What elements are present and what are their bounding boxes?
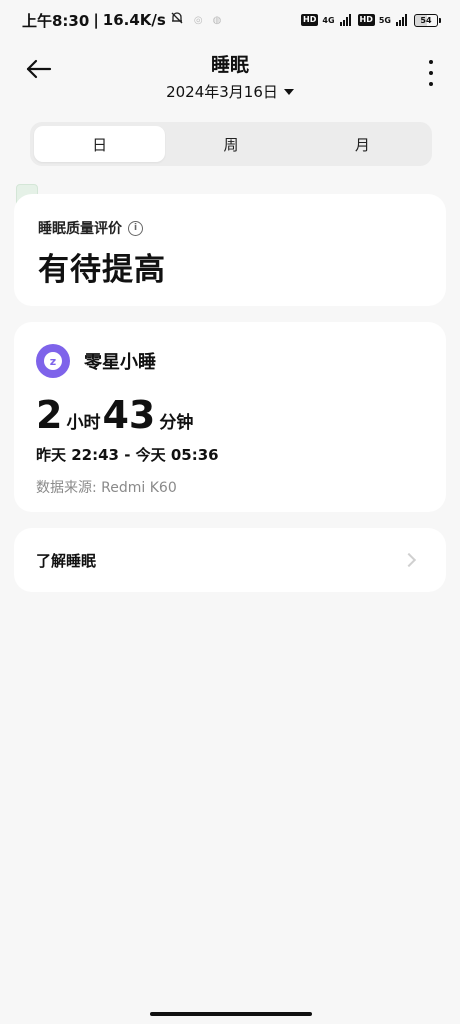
status-left: 上午8:30 | 16.4K/s ◎ ◍ bbox=[22, 10, 221, 31]
tab-week[interactable]: 周 bbox=[165, 126, 296, 162]
notification-icon: ◎ bbox=[193, 14, 203, 26]
battery-icon: 54 bbox=[414, 13, 441, 27]
quality-value: 有待提高 bbox=[38, 252, 166, 288]
date-picker[interactable]: 2024年3月16日 bbox=[166, 81, 294, 102]
more-dot-icon bbox=[429, 71, 433, 75]
chevron-right-icon bbox=[401, 552, 417, 568]
data-source: 数据来源: Redmi K60 bbox=[36, 480, 177, 496]
learn-sleep-label: 了解睡眠 bbox=[36, 551, 97, 570]
page-title: 睡眠 bbox=[210, 54, 249, 76]
nap-duration: 2 小时 43 分钟 bbox=[36, 396, 424, 434]
header: 睡眠 2024年3月16日 bbox=[0, 44, 460, 104]
more-dot-icon bbox=[429, 82, 433, 86]
quality-label: 睡眠质量评价 bbox=[38, 221, 122, 237]
tab-day[interactable]: 日 bbox=[34, 126, 166, 162]
learn-sleep-row[interactable]: 了解睡眠 bbox=[14, 528, 446, 592]
hd-badge-2: HD bbox=[357, 14, 375, 26]
sleep-z-icon: z bbox=[44, 352, 62, 370]
info-icon[interactable]: i bbox=[128, 220, 143, 236]
sleep-quality-card: 睡眠质量评价 i 有待提高 bbox=[14, 194, 446, 306]
duration-minutes: 43 bbox=[102, 393, 156, 437]
period-tabs: 日 周 月 bbox=[30, 122, 432, 166]
nap-header: z 零星小睡 bbox=[36, 344, 424, 378]
quality-label-row: 睡眠质量评价 i bbox=[38, 218, 422, 238]
date-label: 2024年3月16日 bbox=[166, 83, 278, 101]
status-bar: 上午8:30 | 16.4K/s ◎ ◍ HD 4G HD 5G 54 bbox=[0, 0, 460, 40]
more-button[interactable] bbox=[424, 60, 438, 86]
status-speed: 16.4K/s bbox=[102, 11, 166, 29]
tab-month[interactable]: 月 bbox=[297, 126, 428, 162]
nap-card[interactable]: z 零星小睡 2 小时 43 分钟 昨天 22:43 - 今天 05:36 数据… bbox=[14, 322, 446, 512]
duration-minutes-unit: 分钟 bbox=[159, 413, 194, 433]
status-time: 上午8:30 bbox=[22, 11, 90, 30]
nap-title: 零星小睡 bbox=[84, 352, 156, 373]
bell-off-icon bbox=[170, 11, 184, 29]
caret-down-icon bbox=[283, 88, 294, 95]
title-wrap: 睡眠 2024年3月16日 bbox=[0, 50, 460, 102]
status-right: HD 4G HD 5G 54 bbox=[301, 13, 441, 27]
more-dot-icon bbox=[429, 60, 433, 64]
app-notification-icon: ◍ bbox=[212, 14, 222, 26]
home-indicator[interactable] bbox=[150, 1012, 312, 1016]
network-type-2: 5G bbox=[378, 15, 391, 25]
hd-badge-1: HD bbox=[301, 14, 319, 26]
nap-icon: z bbox=[36, 344, 70, 378]
battery-level: 54 bbox=[420, 15, 432, 25]
nap-time-range: 昨天 22:43 - 今天 05:36 bbox=[36, 446, 219, 464]
status-divider: | bbox=[93, 11, 99, 29]
signal-icon-1 bbox=[339, 14, 351, 26]
duration-hours: 2 bbox=[36, 393, 63, 437]
duration-hours-unit: 小时 bbox=[66, 413, 101, 433]
signal-icon-2 bbox=[396, 14, 407, 26]
network-type-1: 4G bbox=[322, 15, 335, 25]
